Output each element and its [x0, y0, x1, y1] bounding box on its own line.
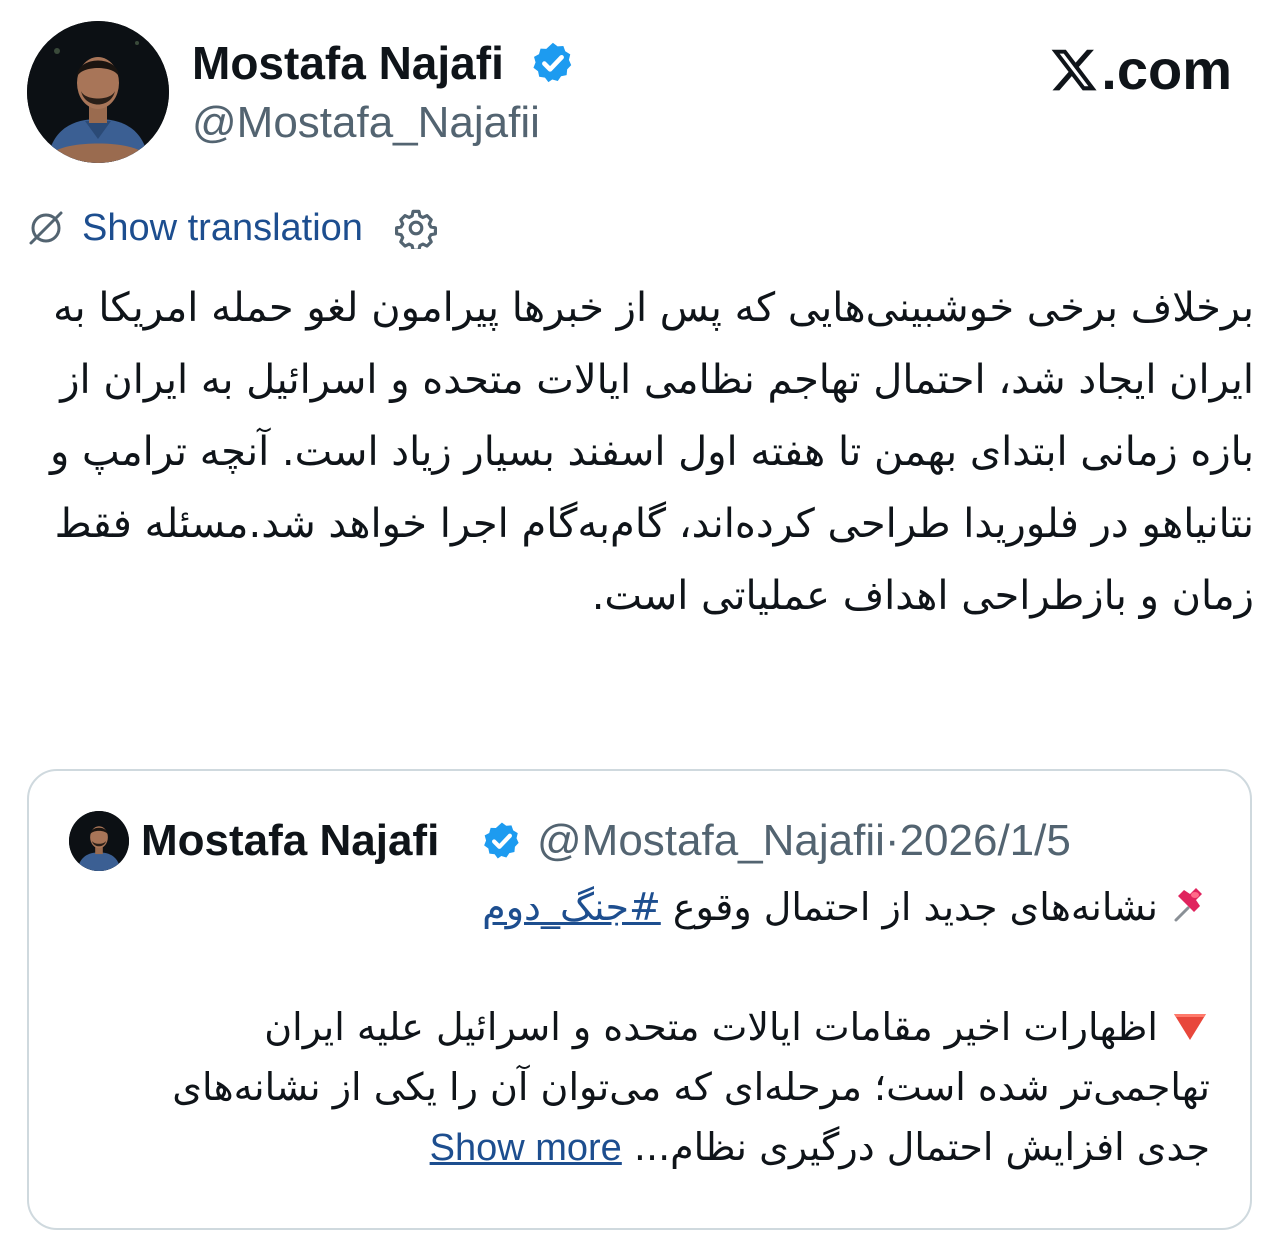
quoted-author-avatar[interactable]	[69, 811, 129, 871]
quoted-tweet-card[interactable]: Mostafa Najafi @Mostafa_Najafii·2026/1/5…	[27, 769, 1252, 1230]
x-logo-icon	[1051, 49, 1097, 91]
quoted-text: نشانه‌های جدید از احتمال وقوع #جنگ_دوم ا…	[125, 877, 1210, 1178]
quoted-paragraph-2-text: اظهارات اخیر مقامات ایالات متحده و اسرائ…	[172, 1005, 1210, 1169]
site-logo[interactable]: .com	[1049, 38, 1232, 102]
quoted-date[interactable]: 2026/1/5	[900, 816, 1071, 865]
author-display-name[interactable]: Mostafa Najafi	[192, 34, 504, 92]
pushpin-emoji	[1174, 888, 1202, 922]
translate-off-icon	[29, 211, 63, 245]
author-avatar[interactable]	[27, 21, 169, 163]
quoted-line-1-text: نشانه‌های جدید از احتمال وقوع	[660, 885, 1158, 929]
tweet-text: برخلاف برخی خوشبینی‌هایی که پس از خبرها …	[49, 285, 1254, 619]
quoted-line-1: نشانه‌های جدید از احتمال وقوع #جنگ_دوم	[125, 877, 1210, 937]
author-handle[interactable]: @Mostafa_Najafii	[192, 95, 540, 151]
red-triangle-down-emoji	[1174, 1014, 1206, 1040]
hashtag-link[interactable]: #جنگ_دوم	[482, 885, 661, 929]
avatar-photo	[69, 811, 129, 871]
verified-badge-icon	[533, 42, 572, 83]
avatar-photo	[27, 21, 169, 163]
quoted-meta: @Mostafa_Najafii·2026/1/5	[537, 811, 1071, 871]
verified-badge-icon	[484, 822, 519, 859]
quoted-blank-line	[125, 937, 1210, 997]
quoted-author-name[interactable]: Mostafa Najafi	[141, 811, 439, 871]
show-translation-link[interactable]: Show translation	[82, 202, 363, 254]
show-more-link[interactable]: Show more	[430, 1127, 622, 1169]
gear-icon[interactable]	[394, 207, 437, 249]
quoted-paragraph-2: اظهارات اخیر مقامات ایالات متحده و اسرائ…	[125, 997, 1210, 1178]
site-domain: .com	[1101, 38, 1232, 101]
show-translation-row[interactable]: Show translation	[26, 202, 437, 254]
truncation-ellipsis: ...	[633, 1125, 671, 1169]
quoted-handle[interactable]: @Mostafa_Najafii	[537, 816, 885, 865]
meta-separator: ·	[884, 816, 900, 865]
